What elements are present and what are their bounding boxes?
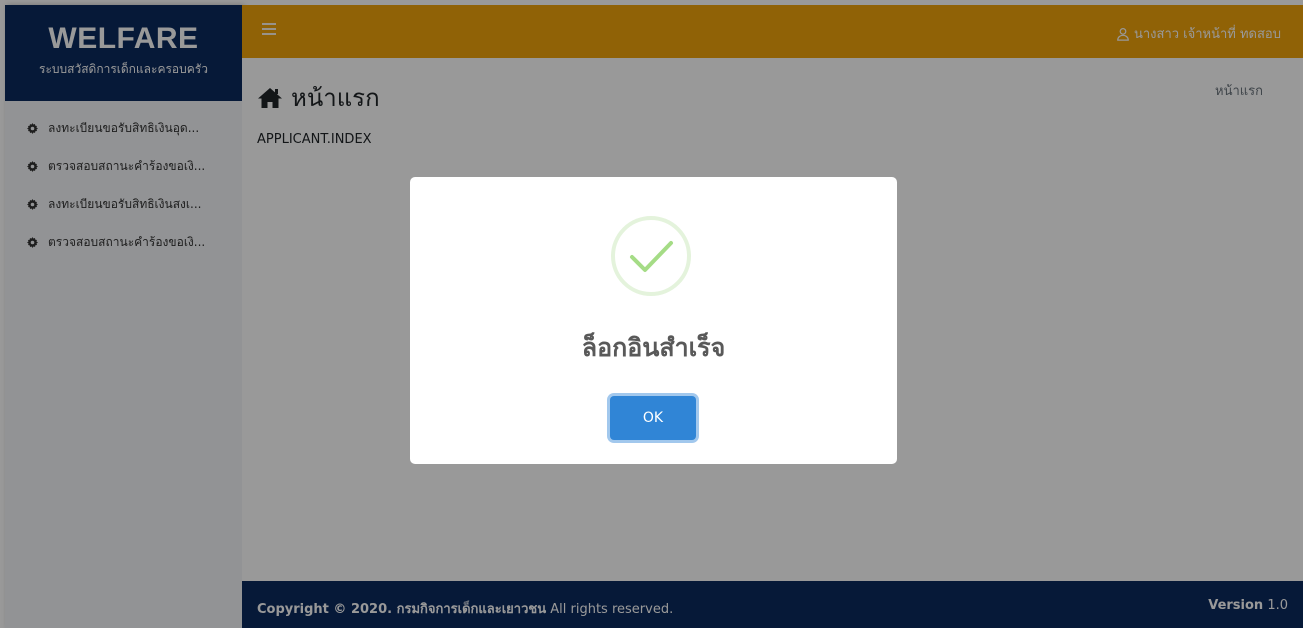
dialog-title: ล็อกอินสำเร็จ [581, 333, 726, 362]
success-check-icon [611, 216, 691, 296]
ok-button[interactable]: OK [610, 396, 696, 440]
login-success-dialog: ล็อกอินสำเร็จ OK [410, 177, 897, 464]
